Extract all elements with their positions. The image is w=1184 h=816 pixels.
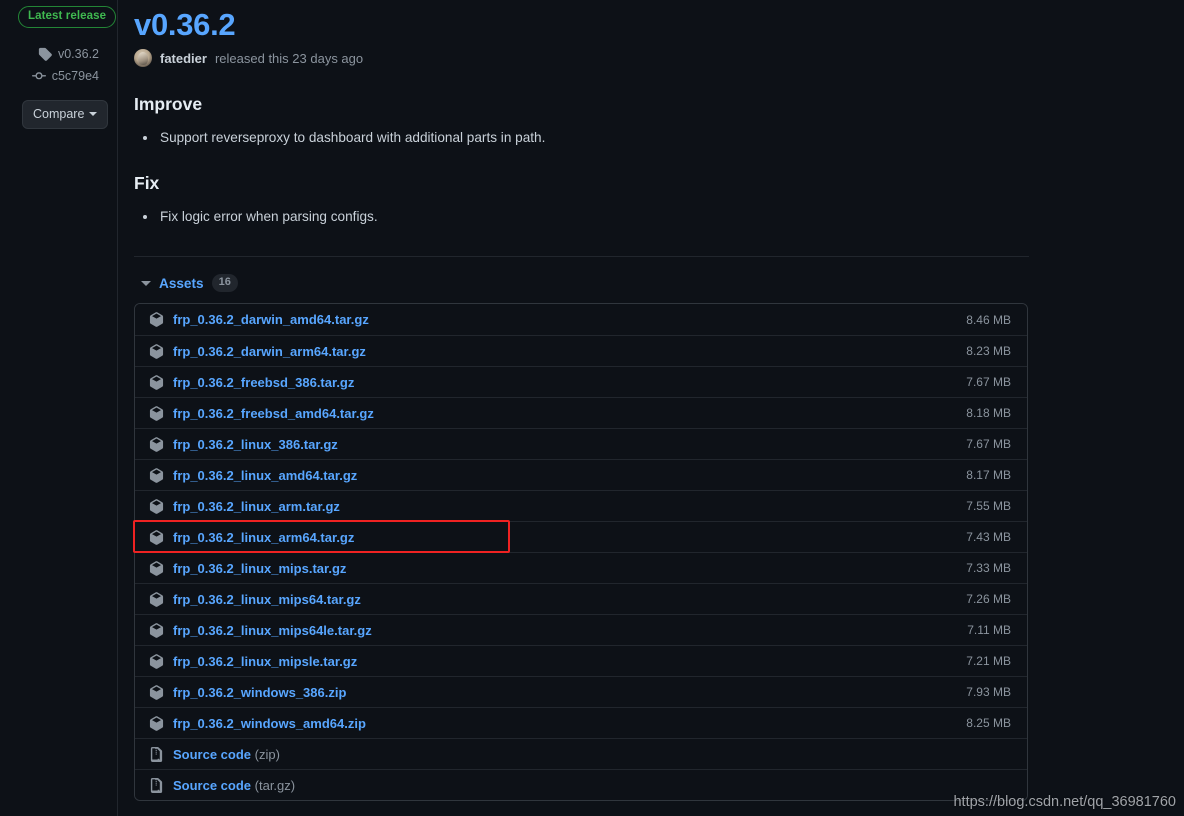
asset-size: 8.18 MB bbox=[966, 406, 1011, 420]
package-icon bbox=[147, 467, 165, 483]
asset-name-link[interactable]: frp_0.36.2_darwin_amd64.tar.gz bbox=[173, 312, 954, 327]
asset-name-link[interactable]: frp_0.36.2_linux_mips64le.tar.gz bbox=[173, 623, 955, 638]
compare-button[interactable]: Compare bbox=[22, 100, 109, 129]
asset-size: 8.25 MB bbox=[966, 716, 1011, 730]
asset-name-link[interactable]: frp_0.36.2_freebsd_386.tar.gz bbox=[173, 375, 954, 390]
release-title[interactable]: v0.36.2 bbox=[134, 4, 1184, 46]
release-published-text: released this 23 days ago bbox=[214, 50, 364, 66]
package-icon bbox=[147, 343, 165, 359]
package-icon bbox=[147, 715, 165, 731]
compare-button-label: Compare bbox=[33, 107, 85, 121]
avatar[interactable] bbox=[134, 49, 152, 67]
asset-size: 7.21 MB bbox=[966, 654, 1011, 668]
sidebar-tag-label: v0.36.2 bbox=[57, 47, 99, 61]
sidebar-commit-label: c5c79e4 bbox=[51, 69, 99, 83]
watermark: https://blog.csdn.net/qq_36981760 bbox=[953, 794, 1176, 810]
asset-size: 7.67 MB bbox=[966, 437, 1011, 451]
release-main: v0.36.2 fatedier released this 23 days a… bbox=[118, 0, 1184, 816]
asset-size: 8.23 MB bbox=[966, 344, 1011, 358]
package-icon bbox=[147, 622, 165, 638]
sidebar-tag-row[interactable]: v0.36.2 bbox=[0, 43, 99, 65]
table-row[interactable]: frp_0.36.2_linux_amd64.tar.gz 8.17 MB bbox=[135, 459, 1027, 490]
asset-name-link[interactable]: frp_0.36.2_linux_arm64.tar.gz bbox=[173, 530, 954, 545]
asset-name-link[interactable]: frp_0.36.2_freebsd_amd64.tar.gz bbox=[173, 406, 954, 421]
list-item: Fix logic error when parsing configs. bbox=[134, 206, 1184, 228]
asset-size: 7.67 MB bbox=[966, 375, 1011, 389]
table-row[interactable]: frp_0.36.2_windows_amd64.zip 8.25 MB bbox=[135, 707, 1027, 738]
package-icon bbox=[147, 529, 165, 545]
git-commit-icon bbox=[31, 69, 46, 83]
file-zip-icon bbox=[147, 746, 165, 762]
assets-label[interactable]: Assets bbox=[159, 276, 204, 291]
asset-name-link[interactable]: frp_0.36.2_linux_amd64.tar.gz bbox=[173, 468, 954, 483]
section-heading-improve: Improve bbox=[134, 94, 203, 114]
package-icon bbox=[147, 684, 165, 700]
package-icon bbox=[147, 498, 165, 514]
sidebar-commit-row[interactable]: c5c79e4 bbox=[0, 65, 99, 87]
asset-name-link[interactable]: frp_0.36.2_linux_386.tar.gz bbox=[173, 437, 954, 452]
divider bbox=[134, 256, 1029, 257]
table-row[interactable]: frp_0.36.2_darwin_amd64.tar.gz 8.46 MB bbox=[135, 304, 1027, 335]
table-row[interactable]: frp_0.36.2_linux_mips.tar.gz 7.33 MB bbox=[135, 552, 1027, 583]
sidebar-meta: v0.36.2 c5c79e4 bbox=[0, 43, 117, 87]
asset-size: 7.55 MB bbox=[966, 499, 1011, 513]
package-icon bbox=[147, 436, 165, 452]
asset-name-link[interactable]: Source code (zip) bbox=[173, 747, 999, 762]
package-icon bbox=[147, 312, 165, 327]
asset-name-link[interactable]: frp_0.36.2_linux_mipsle.tar.gz bbox=[173, 654, 954, 669]
table-row[interactable]: frp_0.36.2_windows_386.zip 7.93 MB bbox=[135, 676, 1027, 707]
asset-name-suffix: (tar.gz) bbox=[251, 777, 296, 793]
table-row[interactable]: frp_0.36.2_linux_mipsle.tar.gz 7.21 MB bbox=[135, 645, 1027, 676]
asset-name-suffix: (zip) bbox=[251, 746, 280, 762]
package-icon bbox=[147, 374, 165, 390]
chevron-down-icon[interactable] bbox=[141, 280, 151, 286]
asset-name-link[interactable]: frp_0.36.2_linux_arm.tar.gz bbox=[173, 499, 954, 514]
asset-size: 7.11 MB bbox=[967, 623, 1011, 637]
asset-size: 7.33 MB bbox=[966, 561, 1011, 575]
table-row[interactable]: Source code (tar.gz) bbox=[135, 769, 1027, 800]
table-row[interactable]: frp_0.36.2_linux_mips64.tar.gz 7.26 MB bbox=[135, 583, 1027, 614]
asset-name-link[interactable]: frp_0.36.2_darwin_arm64.tar.gz bbox=[173, 344, 954, 359]
list-item: Support reverseproxy to dashboard with a… bbox=[134, 127, 1184, 149]
asset-size: 7.43 MB bbox=[966, 530, 1011, 544]
package-icon bbox=[147, 591, 165, 607]
release-author[interactable]: fatedier bbox=[160, 51, 207, 66]
section-heading-fix: Fix bbox=[134, 173, 160, 193]
assets-list: frp_0.36.2_darwin_amd64.tar.gz 8.46 MB frp… bbox=[134, 303, 1028, 801]
table-row[interactable]: frp_0.36.2_darwin_arm64.tar.gz 8.23 MB bbox=[135, 335, 1027, 366]
package-icon bbox=[147, 560, 165, 576]
asset-size: 7.26 MB bbox=[966, 592, 1011, 606]
release-sidebar: Latest release v0.36.2 c5c79e4 Compare bbox=[0, 0, 118, 816]
asset-name-link[interactable]: frp_0.36.2_windows_amd64.zip bbox=[173, 716, 954, 731]
tag-icon bbox=[38, 47, 52, 61]
assets-count-badge: 16 bbox=[211, 274, 238, 292]
chevron-down-icon bbox=[89, 112, 98, 116]
improve-list: Support reverseproxy to dashboard with a… bbox=[134, 127, 1184, 149]
table-row[interactable]: Source code (zip) bbox=[135, 738, 1027, 769]
assets-header[interactable]: Assets 16 bbox=[134, 274, 1184, 292]
file-zip-icon bbox=[147, 777, 165, 793]
asset-size: 8.17 MB bbox=[966, 468, 1011, 482]
asset-size: 7.93 MB bbox=[966, 685, 1011, 699]
table-row[interactable]: frp_0.36.2_linux_mips64le.tar.gz 7.11 MB bbox=[135, 614, 1027, 645]
package-icon bbox=[147, 653, 165, 669]
table-row[interactable]: frp_0.36.2_linux_arm64.tar.gz 7.43 MB bbox=[135, 521, 1027, 552]
table-row[interactable]: frp_0.36.2_linux_arm.tar.gz 7.55 MB bbox=[135, 490, 1027, 521]
table-row[interactable]: frp_0.36.2_linux_386.tar.gz 7.67 MB bbox=[135, 428, 1027, 459]
asset-name-link[interactable]: frp_0.36.2_linux_mips.tar.gz bbox=[173, 561, 954, 576]
asset-name-link[interactable]: frp_0.36.2_windows_386.zip bbox=[173, 685, 954, 700]
asset-size: 8.46 MB bbox=[966, 312, 1011, 327]
latest-release-badge: Latest release bbox=[18, 6, 117, 28]
fix-list: Fix logic error when parsing configs. bbox=[134, 206, 1184, 228]
release-page: Latest release v0.36.2 c5c79e4 Compare v… bbox=[0, 0, 1184, 816]
package-icon bbox=[147, 405, 165, 421]
asset-name-link[interactable]: frp_0.36.2_linux_mips64.tar.gz bbox=[173, 592, 954, 607]
release-byline: fatedier released this 23 days ago bbox=[134, 47, 1184, 69]
table-row[interactable]: frp_0.36.2_freebsd_386.tar.gz 7.67 MB bbox=[135, 366, 1027, 397]
table-row[interactable]: frp_0.36.2_freebsd_amd64.tar.gz 8.18 MB bbox=[135, 397, 1027, 428]
asset-name-link[interactable]: Source code (tar.gz) bbox=[173, 778, 999, 793]
